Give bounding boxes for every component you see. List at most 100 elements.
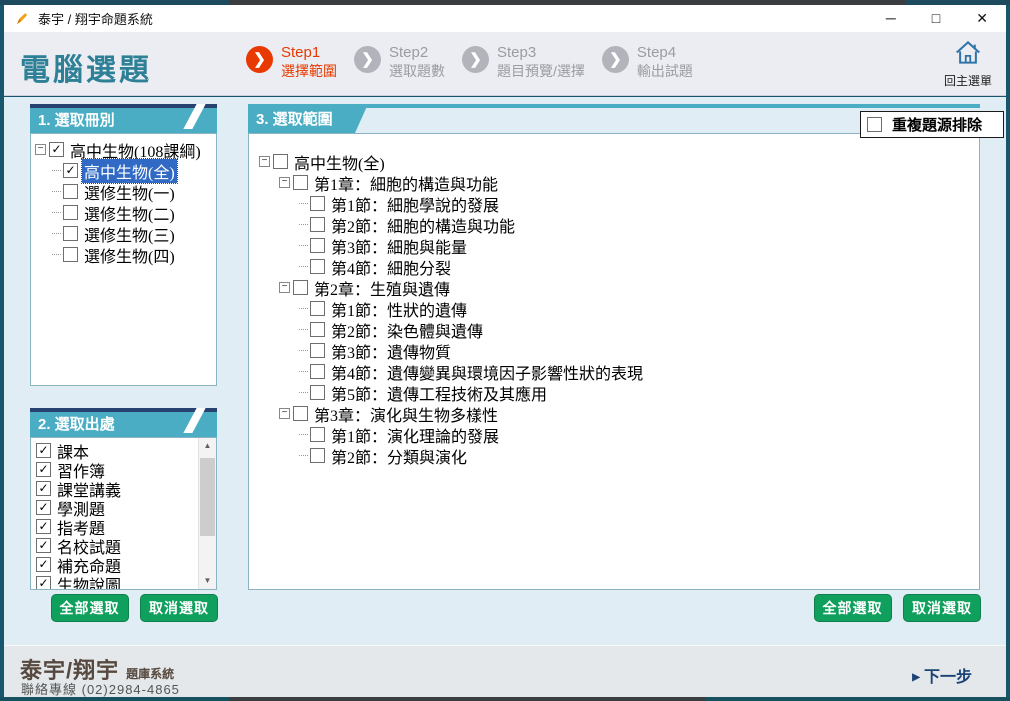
source-scrollbar[interactable]: ▲ ▼ bbox=[198, 438, 216, 589]
collapse-icon[interactable]: − bbox=[279, 408, 290, 419]
source-checkbox[interactable]: ✓ bbox=[36, 538, 51, 553]
next-label: 下一步 bbox=[924, 669, 972, 686]
source-checkbox[interactable]: ✓ bbox=[36, 519, 51, 534]
tree-row: 選修生物(三) bbox=[31, 223, 216, 244]
step-arrow-icon: ❯ bbox=[354, 46, 381, 73]
tree-checkbox[interactable] bbox=[273, 154, 288, 169]
tree-row: 第2節：細胞的構造與功能 bbox=[249, 214, 979, 235]
source-checkbox[interactable]: ✓ bbox=[36, 557, 51, 572]
tree-checkbox[interactable] bbox=[310, 301, 325, 316]
collapse-icon[interactable]: − bbox=[279, 177, 290, 188]
tree-checkbox[interactable] bbox=[310, 448, 325, 463]
home-icon bbox=[953, 39, 983, 66]
scrollbar-thumb[interactable] bbox=[200, 458, 215, 536]
home-label: 回主選單 bbox=[940, 72, 996, 89]
step-arrow-icon: ❯ bbox=[602, 46, 629, 73]
tree-checkbox[interactable] bbox=[293, 280, 308, 295]
tree-checkbox[interactable] bbox=[310, 427, 325, 442]
collapse-icon[interactable]: − bbox=[35, 144, 46, 155]
tree-checkbox[interactable] bbox=[63, 247, 78, 262]
tree-connector bbox=[299, 455, 308, 456]
tree-connector bbox=[299, 329, 308, 330]
tree-connector bbox=[52, 233, 61, 234]
step-step4[interactable]: ❯Step4輸出試題 bbox=[602, 43, 693, 80]
tree-checkbox[interactable] bbox=[310, 259, 325, 274]
tree-row: 第1節：演化理論的發展 bbox=[249, 424, 979, 445]
tree-row: 第2節：分類與演化 bbox=[249, 445, 979, 466]
step-step1[interactable]: ❯Step1選擇範圍 bbox=[246, 43, 337, 80]
window-titlebar: 泰宇 / 翔宇命題系統 ─ □ ✕ bbox=[4, 5, 1006, 32]
collapse-icon[interactable]: − bbox=[259, 156, 270, 167]
footer: 泰宇/翔宇題庫系統 聯絡專線 (02)2984-4865 ▶下一步 bbox=[4, 645, 1006, 697]
tree-checkbox[interactable]: ✓ bbox=[63, 163, 78, 178]
source-checkbox[interactable]: ✓ bbox=[36, 443, 51, 458]
window-controls: ─ □ ✕ bbox=[886, 10, 996, 27]
panel-book-header: 1. 選取冊別 bbox=[30, 104, 217, 133]
tree-connector bbox=[299, 434, 308, 435]
scroll-up-icon[interactable]: ▲ bbox=[199, 438, 216, 454]
step-step2[interactable]: ❯Step2選取題數 bbox=[354, 43, 445, 80]
tree-row: −第1章：細胞的構造與功能 bbox=[249, 172, 979, 193]
book-tree: −✓高中生物(108課綱)✓高中生物(全)選修生物(一)選修生物(二)選修生物(… bbox=[31, 139, 216, 265]
tree-row: −✓高中生物(108課綱) bbox=[31, 139, 216, 160]
tree-checkbox[interactable] bbox=[293, 175, 308, 190]
duplicate-filter-checkbox[interactable] bbox=[867, 117, 882, 132]
source-deselect-button[interactable]: 取消選取 bbox=[140, 594, 218, 622]
app-logo-icon bbox=[14, 11, 30, 27]
tree-checkbox[interactable] bbox=[310, 217, 325, 232]
source-checkbox[interactable]: ✓ bbox=[36, 462, 51, 477]
tree-connector bbox=[299, 350, 308, 351]
collapse-icon[interactable]: − bbox=[279, 282, 290, 293]
tree-connector bbox=[52, 212, 61, 213]
tree-checkbox[interactable] bbox=[310, 364, 325, 379]
tree-checkbox[interactable]: ✓ bbox=[49, 142, 64, 157]
source-item: ✓ 生物說圖 bbox=[31, 574, 216, 590]
tree-row: 第4節：細胞分裂 bbox=[249, 256, 979, 277]
tree-connector bbox=[299, 245, 308, 246]
source-checkbox[interactable]: ✓ bbox=[36, 500, 51, 515]
tree-row: 第3節：細胞與能量 bbox=[249, 235, 979, 256]
scroll-down-icon[interactable]: ▼ bbox=[199, 573, 216, 589]
tree-checkbox[interactable] bbox=[63, 205, 78, 220]
minimize-button[interactable]: ─ bbox=[886, 10, 896, 27]
next-step-button[interactable]: ▶下一步 bbox=[912, 663, 972, 687]
tree-row: 第1節：性狀的遺傳 bbox=[249, 298, 979, 319]
scope-deselect-button[interactable]: 取消選取 bbox=[903, 594, 981, 622]
tree-row: −第2章：生殖與遺傳 bbox=[249, 277, 979, 298]
tree-label[interactable]: 選修生物(四) bbox=[82, 243, 177, 267]
tree-checkbox[interactable] bbox=[310, 343, 325, 358]
tree-connector bbox=[299, 203, 308, 204]
source-checkbox[interactable]: ✓ bbox=[36, 576, 51, 590]
tree-checkbox[interactable] bbox=[310, 238, 325, 253]
close-button[interactable]: ✕ bbox=[976, 10, 988, 27]
tree-connector bbox=[299, 224, 308, 225]
home-button[interactable]: 回主選單 bbox=[940, 39, 996, 89]
tree-checkbox[interactable] bbox=[63, 184, 78, 199]
tree-label[interactable]: 第2節：分類與演化 bbox=[329, 444, 469, 468]
tree-checkbox[interactable] bbox=[310, 196, 325, 211]
tree-checkbox[interactable] bbox=[310, 322, 325, 337]
scope-buttons: 全部選取 取消選取 bbox=[248, 594, 981, 622]
source-list-container: ✓課本✓習作簿✓課堂講義✓學測題✓指考題✓名校試題✓補充命題✓生物說圖 ▲ ▼ bbox=[30, 437, 217, 590]
step-step3[interactable]: ❯Step3題目預覽/選擇 bbox=[462, 43, 585, 80]
tree-row: 第5節：遺傳工程技術及其應用 bbox=[249, 382, 979, 403]
source-select-all-button[interactable]: 全部選取 bbox=[51, 594, 129, 622]
maximize-button[interactable]: □ bbox=[932, 10, 940, 27]
footer-contact: 聯絡專線 (02)2984-4865 bbox=[21, 679, 180, 698]
source-buttons: 全部選取 取消選取 bbox=[30, 594, 218, 622]
tree-connector bbox=[52, 191, 61, 192]
source-label[interactable]: 生物說圖 bbox=[55, 572, 123, 591]
tree-checkbox[interactable] bbox=[63, 226, 78, 241]
app-window: 泰宇 / 翔宇命題系統 ─ □ ✕ 電腦選題 ❯Step1選擇範圍❯Step2選… bbox=[0, 0, 1010, 701]
scope-select-all-button[interactable]: 全部選取 bbox=[814, 594, 892, 622]
tree-connector bbox=[299, 308, 308, 309]
background-window-sliver-bottom-dark bbox=[230, 697, 705, 701]
tree-checkbox[interactable] bbox=[310, 385, 325, 400]
duplicate-filter-label[interactable]: 重複題源排除 bbox=[890, 114, 984, 135]
tree-checkbox[interactable] bbox=[293, 406, 308, 421]
tree-row: −高中生物(全) bbox=[249, 151, 979, 172]
tree-row: −第3章：演化與生物多樣性 bbox=[249, 403, 979, 424]
source-checkbox[interactable]: ✓ bbox=[36, 481, 51, 496]
book-tree-container: −✓高中生物(108課綱)✓高中生物(全)選修生物(一)選修生物(二)選修生物(… bbox=[30, 133, 217, 386]
scope-tree: −高中生物(全)−第1章：細胞的構造與功能第1節：細胞學說的發展第2節：細胞的構… bbox=[249, 151, 979, 466]
